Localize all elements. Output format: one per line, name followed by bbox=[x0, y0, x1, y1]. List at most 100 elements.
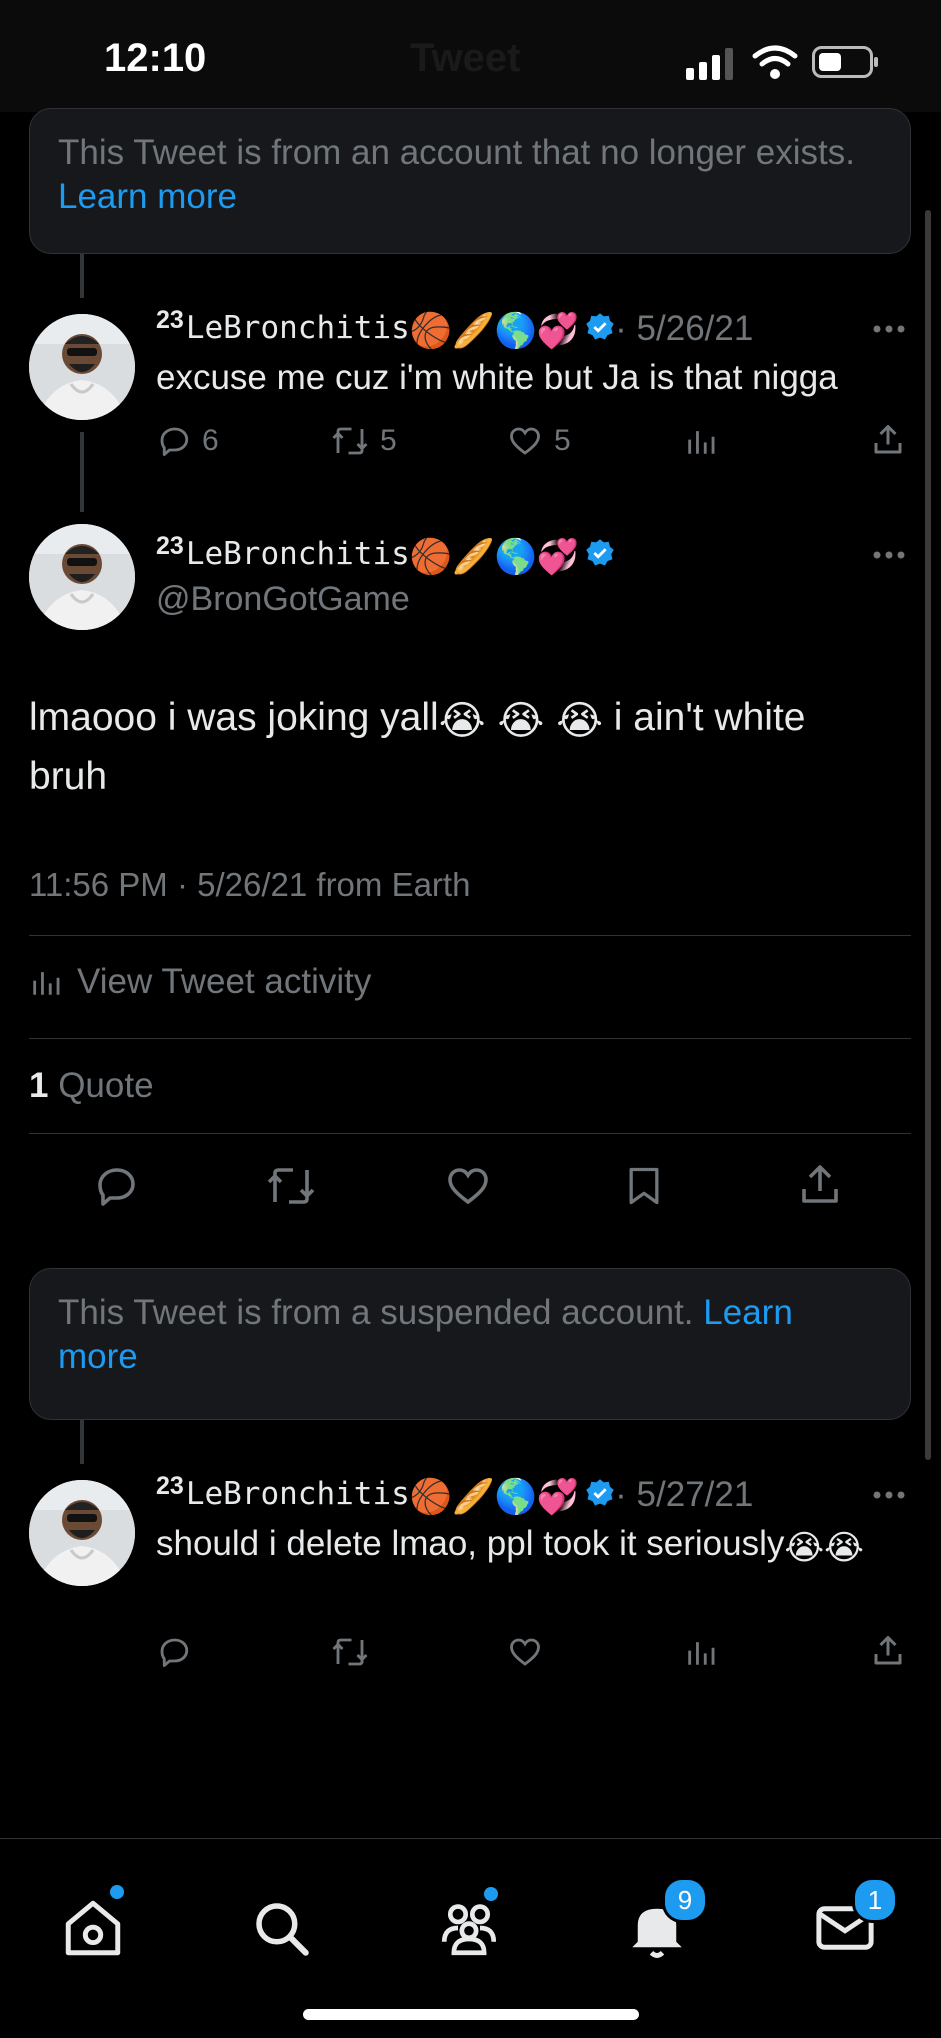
tab-notifications[interactable]: 9 bbox=[624, 1877, 708, 1965]
quote-count: 1 bbox=[29, 1066, 49, 1105]
learn-more-link[interactable]: Learn more bbox=[58, 177, 237, 216]
unavailable-tweet-notice: This Tweet is from a suspended account. … bbox=[29, 1268, 911, 1420]
crying-emoji: 😭 bbox=[497, 698, 545, 744]
tweet-text-part: lmaooo i was joking yall bbox=[29, 696, 439, 739]
author-name[interactable]: LeBronchitis bbox=[186, 1476, 410, 1512]
retweet-button[interactable] bbox=[264, 1162, 318, 1210]
verified-badge-icon bbox=[586, 313, 614, 340]
author-superscript: 23 bbox=[156, 306, 184, 334]
view-tweet-activity[interactable]: View Tweet activity bbox=[29, 962, 371, 1002]
like-button[interactable] bbox=[443, 1162, 493, 1210]
author-name[interactable]: LeBronchitis bbox=[186, 536, 410, 572]
more-options-icon[interactable] bbox=[872, 550, 906, 560]
activity-label: View Tweet activity bbox=[77, 962, 372, 1001]
home-icon bbox=[65, 1900, 121, 1956]
views-icon bbox=[688, 431, 715, 454]
heart-icon bbox=[448, 1168, 488, 1205]
more-options-icon[interactable] bbox=[872, 1490, 906, 1500]
tab-messages[interactable]: 1 bbox=[812, 1877, 898, 1965]
share-button[interactable] bbox=[870, 1632, 906, 1670]
tab-search[interactable] bbox=[248, 1895, 318, 1965]
hearts-emoji: 💞 bbox=[536, 1477, 580, 1517]
basketball-emoji: 🏀 bbox=[409, 1477, 453, 1517]
baguette-emoji: 🥖 bbox=[452, 311, 495, 351]
verified-badge-icon bbox=[586, 1479, 614, 1506]
reply-button[interactable] bbox=[92, 1162, 140, 1210]
share-icon bbox=[874, 425, 902, 454]
status-time: 12:10 bbox=[104, 36, 207, 80]
signal-icon bbox=[686, 48, 736, 80]
basketball-emoji: 🏀 bbox=[409, 311, 453, 351]
basketball-emoji: 🏀 bbox=[409, 537, 453, 577]
reply-icon bbox=[160, 1638, 189, 1667]
views-button[interactable] bbox=[684, 423, 718, 459]
baguette-emoji: 🥖 bbox=[452, 1477, 495, 1517]
reply-icon bbox=[98, 1168, 135, 1206]
home-indicator[interactable] bbox=[303, 2009, 639, 2020]
share-button[interactable] bbox=[796, 1160, 844, 1210]
crying-emoji: 😭 bbox=[438, 698, 486, 744]
bookmark-icon bbox=[629, 1167, 659, 1205]
reply-count: 6 bbox=[202, 424, 219, 457]
main-tweet-text: lmaooo i was joking yall😭 😭 😭 i ain't whit… bbox=[29, 690, 889, 805]
tab-home[interactable] bbox=[60, 1885, 130, 1965]
notice-text: This Tweet is from an account that no lo… bbox=[58, 133, 855, 172]
thread-line bbox=[80, 1420, 84, 1464]
tab-communities[interactable] bbox=[436, 1887, 506, 1965]
scrollbar[interactable] bbox=[925, 210, 931, 1460]
notifications-badge: 9 bbox=[662, 1877, 708, 1923]
retweet-icon bbox=[332, 427, 368, 455]
author-name[interactable]: LeBronchitis bbox=[186, 310, 410, 346]
retweet-icon bbox=[267, 1168, 315, 1204]
tweet-timestamp: 11:56 PM · 5/26/21 from Earth bbox=[29, 866, 471, 903]
reply-author-line: 23LeBronchitis🏀🥖🌎💞 · 5/27/21 bbox=[156, 1472, 753, 1517]
views-button[interactable] bbox=[684, 1634, 718, 1670]
author-handle[interactable]: @BronGotGame bbox=[156, 580, 410, 619]
heart-icon bbox=[510, 1638, 540, 1666]
globe-emoji: 🌎 bbox=[494, 537, 537, 577]
bookmark-button[interactable] bbox=[622, 1162, 666, 1210]
author-superscript: 23 bbox=[156, 532, 184, 560]
retweet-button[interactable]: 5 bbox=[330, 423, 397, 459]
status-bar: 12:10 Tweet bbox=[0, 0, 941, 112]
like-button[interactable] bbox=[506, 1634, 544, 1670]
home-unread-dot bbox=[110, 1885, 124, 1899]
reply-author-line: 23LeBronchitis🏀🥖🌎💞 · 5/26/21 bbox=[156, 306, 753, 351]
wifi-icon bbox=[752, 44, 798, 80]
thread-line bbox=[80, 254, 84, 298]
communities-unread-dot bbox=[484, 1887, 498, 1901]
retweet-button[interactable] bbox=[330, 1634, 370, 1670]
avatar[interactable] bbox=[29, 314, 135, 420]
crying-emoji: 😭 bbox=[784, 1528, 825, 1568]
crying-emoji: 😭 bbox=[824, 1528, 864, 1568]
share-button[interactable] bbox=[870, 421, 906, 459]
like-count: 5 bbox=[554, 424, 571, 457]
retweet-icon bbox=[332, 1638, 368, 1666]
verified-badge-icon bbox=[586, 539, 614, 566]
views-icon bbox=[688, 1642, 715, 1665]
heart-icon bbox=[510, 427, 540, 455]
unavailable-tweet-notice: This Tweet is from an account that no lo… bbox=[29, 108, 911, 254]
tweet-date[interactable]: · 5/27/21 bbox=[615, 1475, 753, 1514]
reply-button[interactable] bbox=[156, 1634, 192, 1670]
share-icon bbox=[874, 1636, 902, 1665]
messages-badge: 1 bbox=[852, 1877, 898, 1923]
tweet-text: should i delete lmao, ppl took it seriou… bbox=[156, 1522, 876, 1570]
avatar[interactable] bbox=[29, 524, 135, 630]
more-options-icon[interactable] bbox=[872, 324, 906, 334]
divider bbox=[29, 1038, 911, 1039]
tweet-text: excuse me cuz i'm white but Ja is that n… bbox=[156, 358, 838, 397]
reply-button[interactable]: 6 bbox=[156, 423, 219, 459]
avatar[interactable] bbox=[29, 1480, 135, 1586]
hearts-emoji: 💞 bbox=[536, 311, 580, 351]
communities-icon bbox=[441, 1904, 497, 1956]
divider bbox=[29, 1133, 911, 1134]
quote-count-row[interactable]: 1 Quote bbox=[29, 1066, 154, 1106]
author-superscript: 23 bbox=[156, 1472, 184, 1500]
tab-bar: 9 1 bbox=[0, 1838, 941, 2038]
divider bbox=[29, 935, 911, 936]
like-button[interactable]: 5 bbox=[506, 423, 571, 459]
main-author-line: 23LeBronchitis🏀🥖🌎💞 bbox=[156, 532, 615, 577]
tweet-date[interactable]: · 5/26/21 bbox=[615, 309, 753, 348]
globe-emoji: 🌎 bbox=[494, 1477, 537, 1517]
